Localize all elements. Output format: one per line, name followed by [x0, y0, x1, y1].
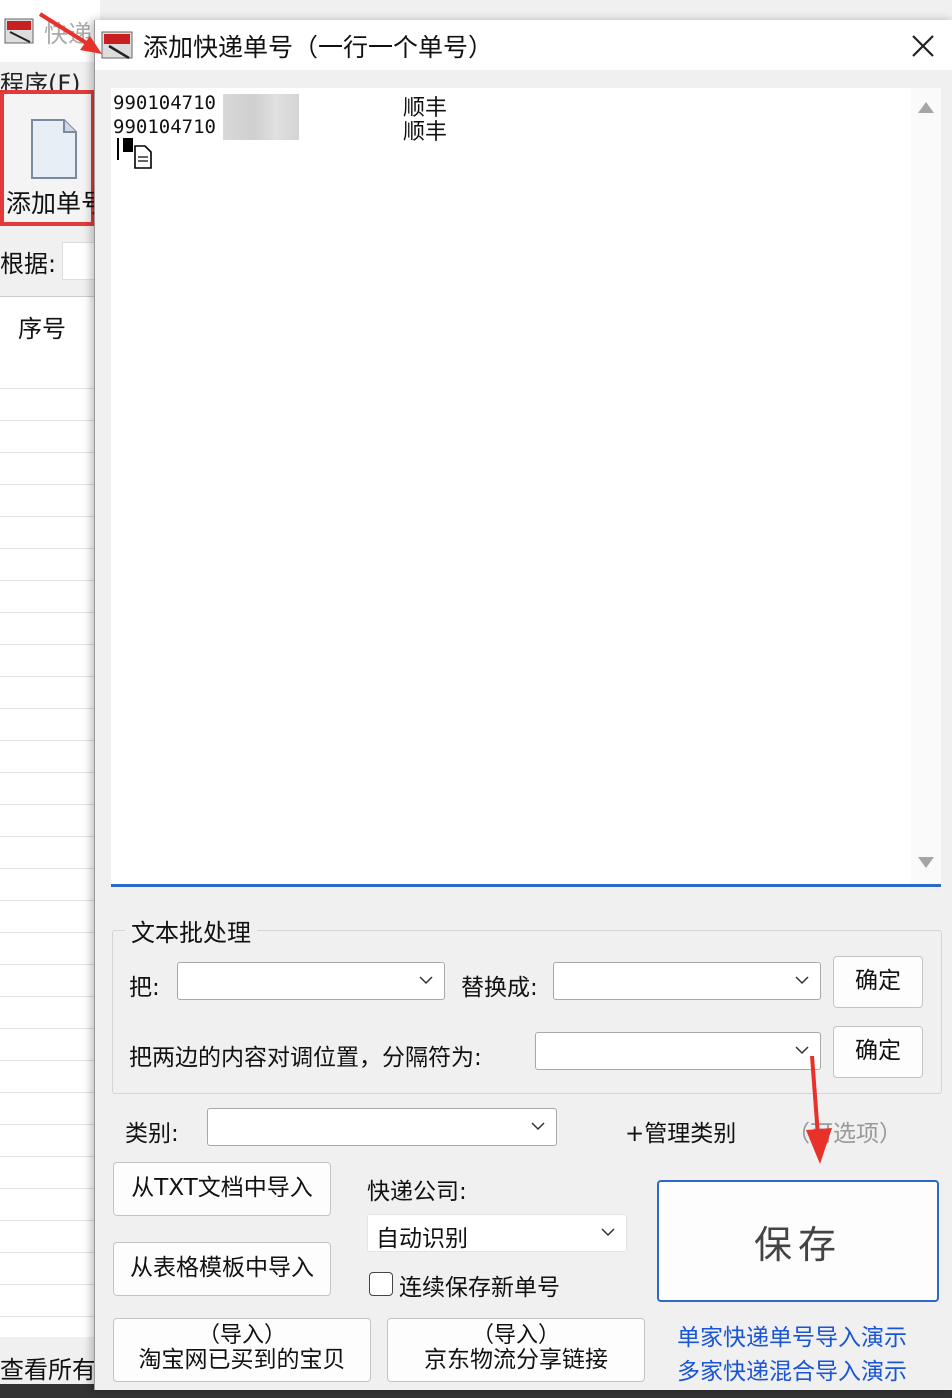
confirm-swap-button[interactable]: 确定 — [833, 1026, 923, 1078]
tracking-number-textarea[interactable]: 990104710 顺丰 990104710 顺丰 — [111, 88, 941, 887]
continuous-save-label: 连续保存新单号 — [399, 1275, 560, 1301]
import-taobao-bottom: 淘宝网已买到的宝贝 — [138, 1347, 346, 1374]
replace-to-combo[interactable] — [553, 962, 821, 1000]
import-txt-button[interactable]: 从TXT文档中导入 — [113, 1162, 331, 1216]
chevron-down-icon — [795, 1046, 809, 1055]
textarea-scrollbar[interactable] — [911, 88, 941, 884]
category-combo[interactable] — [207, 1108, 557, 1146]
add-number-label: 添加单号 — [6, 189, 107, 218]
scroll-down-icon[interactable] — [918, 857, 934, 868]
import-taobao-button[interactable]: （导入） 淘宝网已买到的宝贝 — [113, 1318, 371, 1382]
replace-to-label: 替换成: — [461, 975, 538, 1001]
courier-label: 快递公司: — [367, 1179, 467, 1205]
app-icon — [101, 31, 133, 60]
chevron-down-icon — [419, 976, 433, 985]
grid-rows — [0, 357, 95, 1337]
grid-header-index: 序号 — [18, 315, 66, 343]
separator-combo[interactable] — [535, 1032, 821, 1070]
courier-combo[interactable]: 自动识别 — [367, 1214, 627, 1252]
replace-from-label: 把: — [129, 975, 160, 1001]
app-icon — [4, 18, 34, 44]
swap-label: 把两边的内容对调位置，分隔符为: — [129, 1045, 482, 1071]
basis-label: 根据: — [0, 250, 57, 278]
tracking-line-2-number: 990104710 — [113, 116, 216, 138]
import-template-button[interactable]: 从表格模板中导入 — [113, 1242, 331, 1296]
replace-from-combo[interactable] — [177, 962, 445, 1000]
import-jd-top: （导入） — [471, 1323, 560, 1349]
main-window-titlebar: 快递 — [0, 0, 100, 62]
chevron-down-icon — [795, 976, 809, 985]
add-tracking-dialog: 添加快递单号（一行一个单号） 990104710 顺丰 990104710 顺丰… — [94, 20, 952, 1390]
basis-input[interactable] — [62, 242, 96, 280]
import-jd-bottom: 京东物流分享链接 — [424, 1347, 608, 1374]
main-window-title: 快递 — [44, 20, 92, 48]
demo-multi-link[interactable]: 多家快递混合导入演示 — [677, 1352, 907, 1386]
close-icon[interactable] — [901, 26, 945, 66]
tracking-line-1-number: 990104710 — [113, 92, 216, 114]
view-all-button[interactable]: 查看所有 — [0, 1350, 95, 1385]
scroll-up-icon[interactable] — [918, 102, 934, 113]
document-icon — [31, 119, 77, 179]
save-button[interactable]: 保存 — [657, 1180, 939, 1302]
import-jd-button[interactable]: （导入） 京东物流分享链接 — [387, 1318, 645, 1382]
category-label: 类别: — [125, 1121, 179, 1147]
dialog-titlebar: 添加快递单号（一行一个单号） — [95, 20, 952, 70]
dialog-title: 添加快递单号（一行一个单号） — [143, 33, 494, 62]
confirm-replace-button[interactable]: 确定 — [833, 956, 923, 1008]
import-taobao-top: （导入） — [197, 1323, 286, 1349]
redacted-area — [223, 94, 299, 140]
add-number-toolbar-button[interactable]: 添加单号 — [0, 90, 106, 226]
tracking-line-2-carrier: 顺丰 — [403, 120, 448, 145]
cursor-copy-icon — [117, 138, 152, 169]
main-data-grid: 序号 — [0, 296, 95, 1337]
courier-value: 自动识别 — [376, 1226, 468, 1252]
text-batch-title: 文本批处理 — [125, 913, 257, 948]
manage-category-link[interactable]: +管理类别 — [625, 1114, 736, 1148]
chevron-down-icon — [601, 1228, 615, 1237]
chevron-down-icon — [531, 1122, 545, 1131]
optional-hint: （可选项） — [787, 1121, 902, 1147]
continuous-save-checkbox[interactable] — [369, 1272, 393, 1296]
demo-single-link[interactable]: 单家快递单号导入演示 — [677, 1318, 907, 1352]
